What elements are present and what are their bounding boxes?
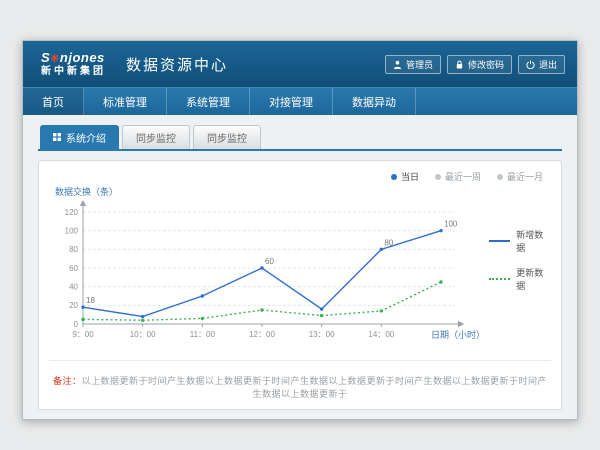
series-legend: 新增数据 更新数据 [489, 198, 551, 348]
main-nav: 首页 标准管理 系统管理 对接管理 数据异动 [23, 87, 577, 115]
brand-logo: S✳njones 新中新集团 [41, 51, 106, 77]
footnote-label: 备注： [53, 376, 82, 386]
tab-system-intro[interactable]: 系统介绍 [40, 125, 119, 149]
lock-icon [455, 60, 464, 69]
user-icon [393, 60, 402, 69]
grid-icon [53, 133, 61, 141]
svg-text:日期（小时）: 日期（小时） [431, 329, 485, 340]
nav-item-data-change[interactable]: 数据异动 [333, 88, 416, 115]
svg-text:10：00: 10：00 [130, 330, 156, 339]
svg-text:80: 80 [384, 238, 393, 247]
legend-updated-data-label: 更新数据 [516, 266, 551, 292]
logo-prefix: S [41, 50, 50, 65]
filter-last-week[interactable]: 最近一周 [435, 170, 481, 183]
dashed-line-icon [489, 278, 510, 280]
legend-new-data-label: 新增数据 [516, 228, 551, 254]
app-header: S✳njones 新中新集团 数据资源中心 管理员 修改密码 退出 [23, 41, 577, 87]
header-actions: 管理员 修改密码 退出 [385, 55, 565, 74]
logo-suffix: njones [60, 50, 105, 65]
filter-today-dot-icon [391, 174, 397, 180]
tab-strip: 系统介绍 同步监控 同步监控 [38, 125, 562, 151]
svg-text:40: 40 [69, 282, 78, 291]
change-password-button[interactable]: 修改密码 [447, 55, 512, 74]
svg-text:80: 80 [69, 245, 78, 254]
svg-text:60: 60 [265, 257, 274, 266]
footnote-text: 以上数据更新于时间产生数据以上数据更新于时间产生数据以上数据更新于时间产生数据以… [82, 376, 548, 399]
logo-company-name: 新中新集团 [41, 66, 106, 77]
tab-system-intro-label: 系统介绍 [66, 130, 106, 145]
admin-user-label: 管理员 [406, 58, 433, 71]
app-title: 数据资源中心 [126, 54, 228, 75]
svg-text:13：00: 13：00 [309, 330, 335, 339]
svg-text:0: 0 [74, 320, 79, 329]
line-chart: 0 20 40 60 80 100 120 9：00 10：00 11：00 12：00 13：00 1… [49, 198, 489, 348]
filter-last-month-label: 最近一月 [507, 170, 543, 183]
logo-star-icon: ✳ [50, 53, 60, 65]
app-window: S✳njones 新中新集团 数据资源中心 管理员 修改密码 退出 [22, 40, 578, 420]
legend-updated-data[interactable]: 更新数据 [489, 266, 551, 292]
svg-text:20: 20 [69, 301, 78, 310]
filter-last-week-dot-icon [435, 174, 441, 180]
logout-label: 退出 [539, 58, 557, 71]
solid-line-icon [489, 240, 510, 242]
time-range-filters: 当日 最近一周 最近一月 [391, 170, 543, 183]
power-icon [526, 60, 535, 69]
footnote: 备注：以上数据更新于时间产生数据以上数据更新于时间产生数据以上数据更新于时间产生… [49, 360, 551, 400]
svg-text:18: 18 [86, 296, 95, 305]
filter-today[interactable]: 当日 [391, 170, 419, 183]
nav-item-system-mgmt[interactable]: 系统管理 [167, 88, 250, 115]
filter-today-label: 当日 [401, 170, 419, 183]
svg-text:100: 100 [444, 220, 458, 229]
content-area: 系统介绍 同步监控 同步监控 当日 最近一周 [23, 115, 577, 419]
tab-sync-monitor-2[interactable]: 同步监控 [193, 125, 261, 149]
nav-item-connect-mgmt[interactable]: 对接管理 [250, 88, 333, 115]
chart-panel: 当日 最近一周 最近一月 数据交换（条） 0 20 40 60 80 100 120 9：00… [38, 160, 562, 410]
logo-wordmark: S✳njones [41, 51, 106, 65]
tab-sync-monitor-1-label: 同步监控 [136, 130, 176, 145]
desktop-background: S✳njones 新中新集团 数据资源中心 管理员 修改密码 退出 [0, 0, 600, 450]
svg-text:14：00: 14：00 [368, 330, 394, 339]
chart-row: 0 20 40 60 80 100 120 9：00 10：00 11：00 12：00 13：00 1… [49, 198, 551, 348]
svg-text:60: 60 [69, 264, 78, 273]
svg-text:120: 120 [65, 208, 79, 217]
svg-text:12：00: 12：00 [249, 330, 275, 339]
filter-last-week-label: 最近一周 [445, 170, 481, 183]
admin-user-button[interactable]: 管理员 [385, 55, 441, 74]
chart-y-axis-title: 数据交换（条） [55, 185, 551, 198]
legend-new-data[interactable]: 新增数据 [489, 228, 551, 254]
nav-item-standard-mgmt[interactable]: 标准管理 [84, 88, 167, 115]
tab-sync-monitor-2-label: 同步监控 [207, 130, 247, 145]
filter-last-month-dot-icon [497, 174, 503, 180]
tab-sync-monitor-1[interactable]: 同步监控 [122, 125, 190, 149]
change-password-label: 修改密码 [468, 58, 504, 71]
logout-button[interactable]: 退出 [518, 55, 565, 74]
svg-text:100: 100 [65, 226, 79, 235]
filter-last-month[interactable]: 最近一月 [497, 170, 543, 183]
svg-text:11：00: 11：00 [190, 330, 216, 339]
svg-text:9：00: 9：00 [72, 330, 94, 339]
nav-item-home[interactable]: 首页 [23, 88, 84, 115]
